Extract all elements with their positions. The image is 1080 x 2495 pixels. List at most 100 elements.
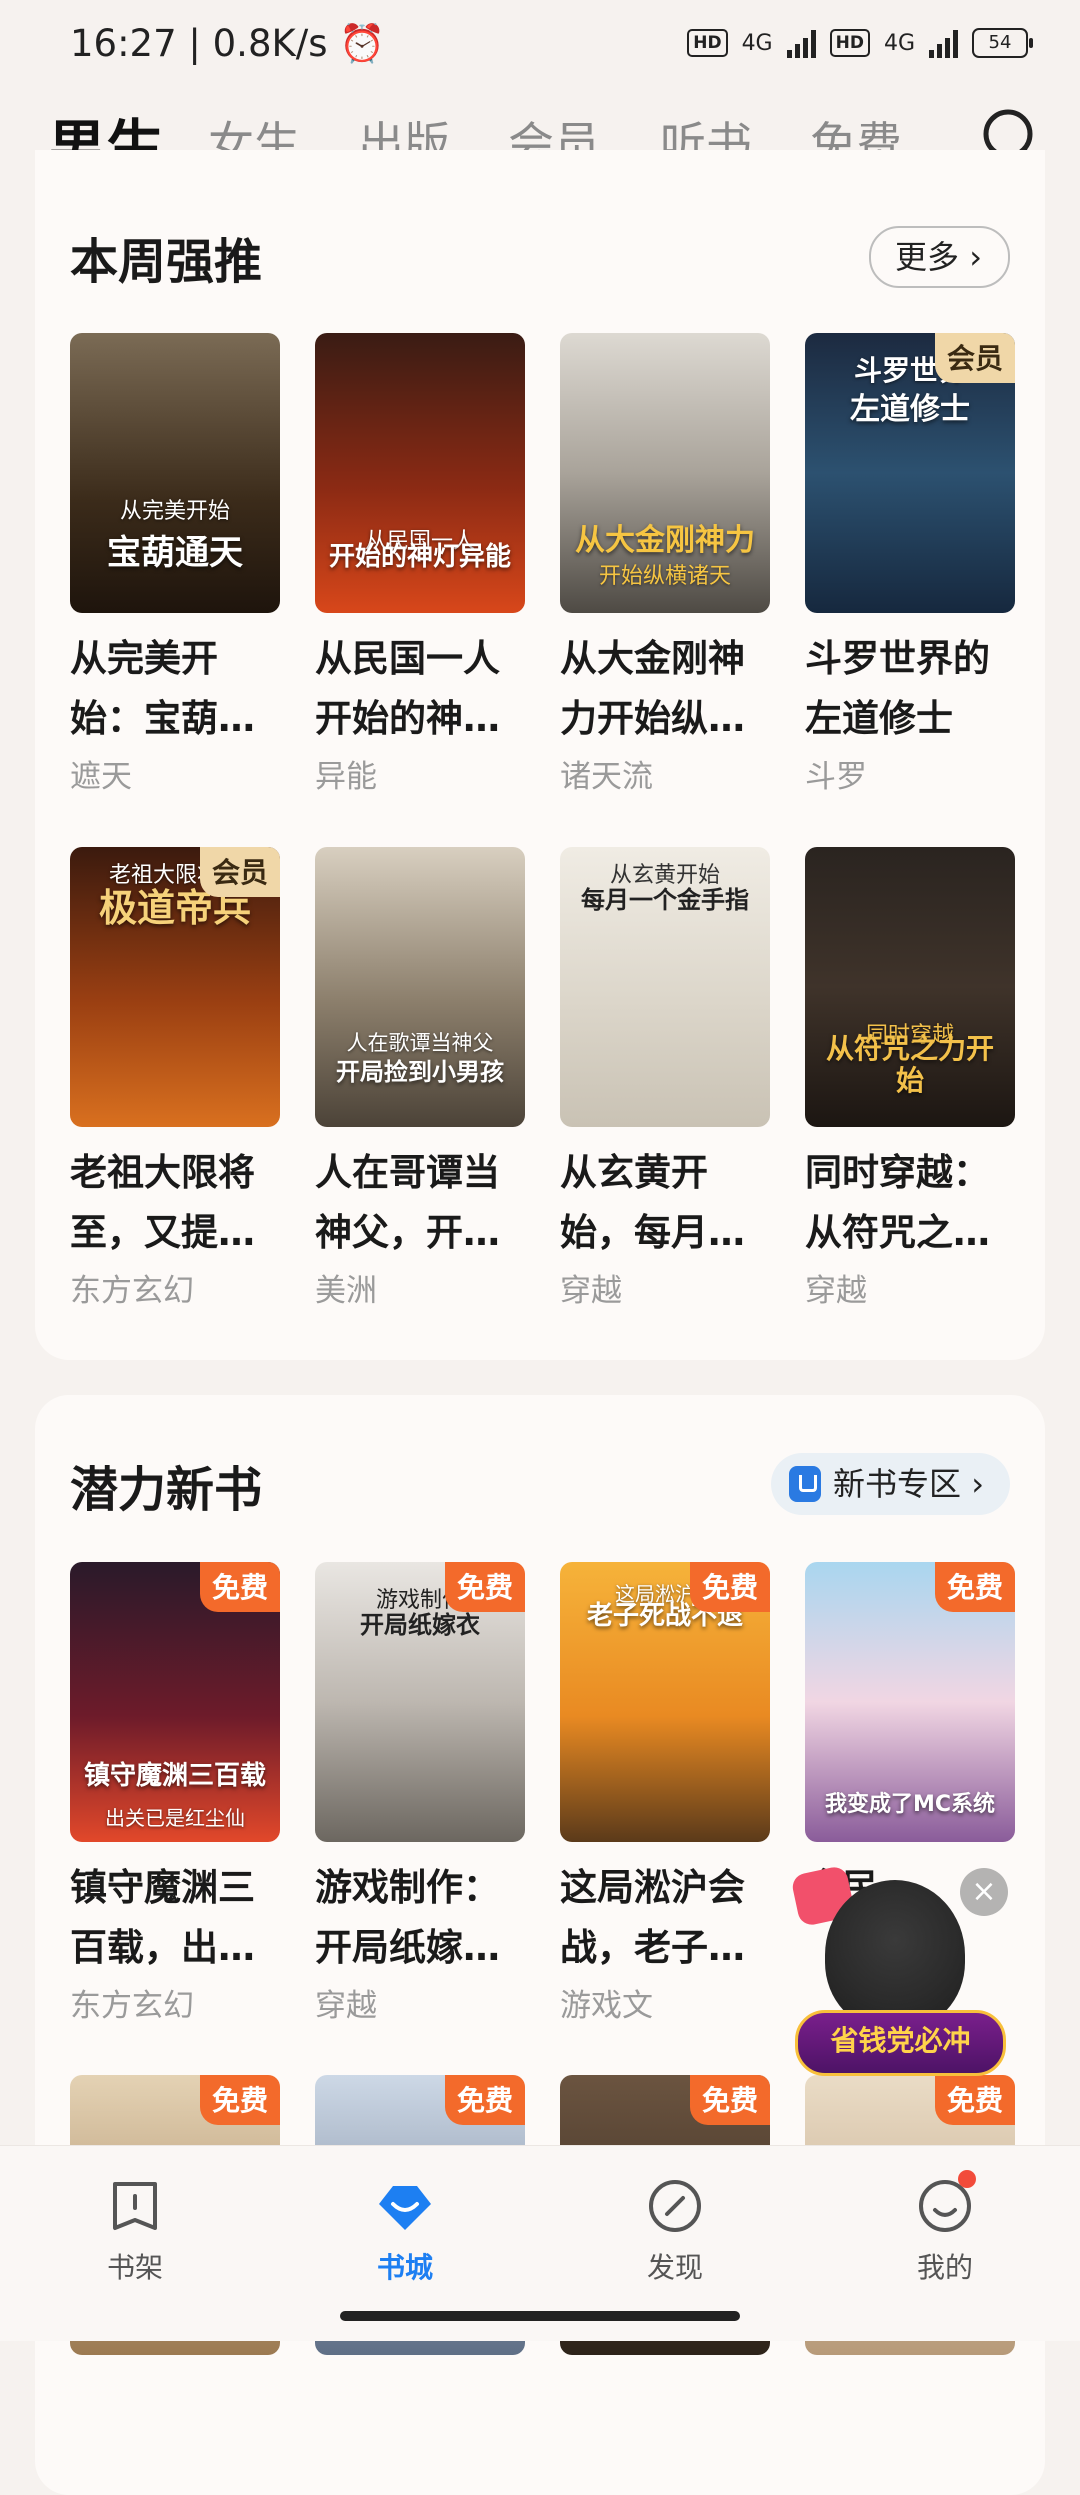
book-item[interactable]: 从完美开始 宝葫通天 从完美开始：宝葫… 遮天 — [70, 333, 280, 796]
book-cover[interactable]: 游戏制作 开局纸嫁衣 免费 — [315, 1562, 525, 1842]
book-tag: 斗罗 — [805, 759, 867, 795]
book-cover[interactable]: 我变成了MC系统 免费 — [805, 1562, 1015, 1842]
book-title[interactable]: 老祖大限将至，又提… — [70, 1143, 280, 1263]
status-icons: HD 4G HD 4G 54 — [687, 28, 1033, 58]
book-cover[interactable]: 镇守魔渊三百载 出关已是红尘仙 免费 — [70, 1562, 280, 1842]
book-item[interactable]: 从民国一人 开始的神灯异能 从民国一人开始的神… 异能 — [315, 333, 525, 796]
close-icon[interactable]: × — [960, 1868, 1008, 1916]
mascot-image — [825, 1880, 965, 2030]
book-title[interactable]: 从民国一人开始的神… — [315, 629, 525, 749]
new-book-zone-button[interactable]: 新书专区 › — [771, 1453, 1010, 1515]
book-item[interactable]: 游戏制作 开局纸嫁衣 免费 游戏制作：开局纸嫁… 穿越 — [315, 1562, 525, 2025]
book-title[interactable]: 这局淞沪会战，老子… — [560, 1858, 770, 1978]
signal-icon-2 — [929, 28, 958, 58]
book-cover[interactable]: 人在歌谭当神父 开局捡到小男孩 — [315, 847, 525, 1127]
hd-icon-2: HD — [829, 29, 870, 57]
status-time: 16:27 | 0.8K/s ⏰ — [70, 22, 386, 65]
free-badge: 免费 — [199, 1562, 280, 1612]
book-tag: 游戏文 — [560, 1988, 653, 2024]
free-badge: 免费 — [199, 2075, 280, 2125]
book-cover[interactable]: 老祖大限将至 极道帝兵 会员 — [70, 847, 280, 1127]
cover-subtitle: 出关已是红尘仙 — [105, 1806, 245, 1830]
book-title[interactable]: 游戏制作：开局纸嫁… — [315, 1858, 525, 1978]
nav-label: 书城 — [376, 2251, 433, 2284]
vip-badge: 会员 — [199, 847, 280, 897]
book-tag: 异能 — [315, 759, 377, 795]
clock-text: 16:27 — [70, 22, 177, 65]
cover-title: 开局捡到小男孩 — [336, 1058, 504, 1087]
cover-title: 每月一个金手指 — [581, 886, 749, 914]
notification-dot — [958, 2170, 976, 2188]
nav-bookstore[interactable]: 书城 — [335, 2176, 475, 2286]
nav-bookshelf[interactable]: 书架 — [65, 2176, 205, 2286]
book-item[interactable]: 这局淞沪会 老子死战不退 免费 这局淞沪会战，老子… 游戏文 — [560, 1562, 770, 2025]
book-item[interactable]: 从大金刚神力 开始纵横诸天 从大金刚神力开始纵… 诸天流 — [560, 333, 770, 796]
book-cover[interactable]: 斗罗世界 左道修士 会员 — [805, 333, 1015, 613]
book-cover[interactable]: 从玄黄开始 每月一个金手指 — [560, 847, 770, 1127]
free-badge: 免费 — [689, 1562, 770, 1612]
cover-subtitle: 从玄黄开始 — [609, 863, 720, 888]
book-item[interactable]: 斗罗世界 左道修士 会员 斗罗世界的左道修士 斗罗 — [805, 333, 1015, 796]
weekly-recommend-section: 本周强推 更多 › 从完美开始 宝葫通天 从完美开始：宝葫… 遮天 从民国一人 … — [35, 150, 1045, 1360]
nav-label: 我的 — [916, 2251, 973, 2284]
cover-title: 宝葫通天 — [107, 532, 243, 573]
book-title[interactable]: 斗罗世界的左道修士 — [805, 629, 1015, 749]
compass-icon — [649, 2180, 701, 2232]
vip-badge: 会员 — [934, 333, 1015, 383]
book-tag: 东方玄幻 — [70, 1988, 194, 2024]
book-cover[interactable]: 从完美开始 宝葫通天 — [70, 333, 280, 613]
nav-discover[interactable]: 发现 — [605, 2176, 745, 2286]
cover-title: 左道修士 — [850, 392, 970, 427]
book-title[interactable]: 从大金刚神力开始纵… — [560, 629, 770, 749]
cover-title: 开始的神灯异能 — [328, 542, 511, 573]
cover-title: 开局纸嫁衣 — [360, 1611, 480, 1639]
section-title: 潜力新书 — [70, 1462, 263, 1518]
book-cover[interactable]: 从大金刚神力 开始纵横诸天 — [560, 333, 770, 613]
network-label: 4G — [741, 30, 773, 56]
cover-title: 从符咒之力开始 — [825, 1031, 994, 1097]
book-title[interactable]: 同时穿越：从符咒之… — [805, 1143, 1015, 1263]
battery-icon: 54 — [972, 28, 1033, 58]
cover-title: 从大金刚神力 — [575, 522, 755, 558]
bookstore-icon — [379, 2186, 431, 2230]
book-item[interactable]: 同时穿越 从符咒之力开始 同时穿越：从符咒之… 穿越 — [805, 847, 1015, 1310]
more-button[interactable]: 更多 › — [869, 226, 1010, 288]
cover-subtitle: 从完美开始 — [119, 499, 230, 524]
bookshelf-icon — [113, 2182, 157, 2230]
book-tag: 穿越 — [560, 1273, 622, 1309]
free-badge: 免费 — [444, 1562, 525, 1612]
promo-float-widget[interactable]: 省钱党必冲 × — [790, 1860, 1010, 2085]
cover-title: 镇守魔渊三百载 — [83, 1761, 266, 1792]
free-badge: 免费 — [689, 2075, 770, 2125]
book-item[interactable]: 人在歌谭当神父 开局捡到小男孩 人在哥谭当神父，开… 美洲 — [315, 847, 525, 1310]
book-tag: 美洲 — [315, 1273, 377, 1309]
nav-label: 发现 — [646, 2251, 703, 2284]
book-title[interactable]: 从完美开始：宝葫… — [70, 629, 280, 749]
book-tag: 遮天 — [70, 759, 132, 795]
book-cover[interactable]: 同时穿越 从符咒之力开始 — [805, 847, 1015, 1127]
book-title[interactable]: 镇守魔渊三百载，出… — [70, 1858, 280, 1978]
free-badge: 免费 — [934, 1562, 1015, 1612]
book-tag: 诸天流 — [560, 759, 653, 795]
book-cover[interactable]: 从民国一人 开始的神灯异能 — [315, 333, 525, 613]
bookmark-icon — [789, 1466, 822, 1502]
book-title[interactable]: 从玄黄开始，每月… — [560, 1143, 770, 1263]
nav-profile[interactable]: 我的 — [875, 2170, 1015, 2286]
cover-subtitle: 开始纵横诸天 — [598, 564, 731, 589]
book-tag: 穿越 — [805, 1273, 867, 1309]
network-label-2: 4G — [883, 30, 915, 56]
status-bar: 16:27 | 0.8K/s ⏰ HD 4G HD 4G 54 — [0, 0, 1080, 90]
new-book-zone-label: 新书专区 › — [833, 1465, 984, 1503]
book-item[interactable]: 镇守魔渊三百载 出关已是红尘仙 免费 镇守魔渊三百载，出… 东方玄幻 — [70, 1562, 280, 2025]
book-item[interactable]: 老祖大限将至 极道帝兵 会员 老祖大限将至，又提… 东方玄幻 — [70, 847, 280, 1310]
free-badge: 免费 — [444, 2075, 525, 2125]
book-tag: 东方玄幻 — [70, 1273, 194, 1309]
book-cover[interactable]: 这局淞沪会 老子死战不退 免费 — [560, 1562, 770, 1842]
hd-icon: HD — [687, 29, 728, 57]
home-indicator[interactable] — [340, 2311, 740, 2321]
book-tag: 穿越 — [315, 1988, 377, 2024]
book-title[interactable]: 人在哥谭当神父，开… — [315, 1143, 525, 1263]
cover-title: 我变成了MC系统 — [824, 1791, 996, 1817]
book-item[interactable]: 从玄黄开始 每月一个金手指 从玄黄开始，每月… 穿越 — [560, 847, 770, 1310]
promo-banner[interactable]: 省钱党必冲 — [795, 2010, 1006, 2076]
